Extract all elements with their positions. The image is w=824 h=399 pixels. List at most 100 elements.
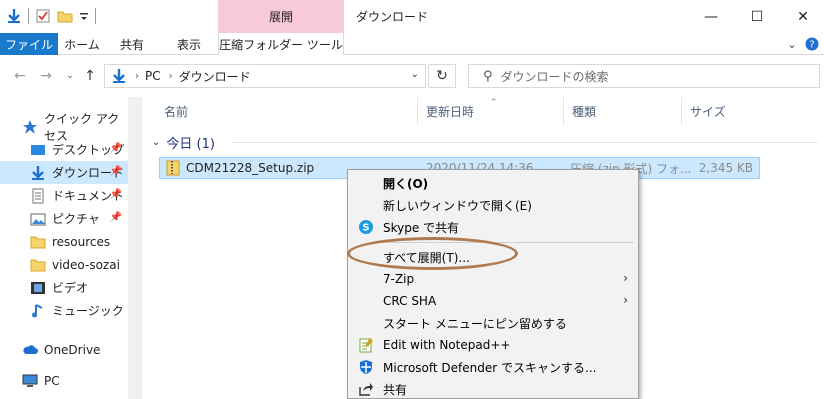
properties-icon[interactable] (35, 8, 51, 24)
pin-icon: 📌 (109, 166, 122, 177)
address-bar[interactable]: › PC › ダウンロード ⌄ (104, 64, 426, 88)
tab-home[interactable]: ホーム (58, 33, 106, 55)
search-input[interactable]: ⚲ ダウンロードの検索 (468, 64, 820, 88)
breadcrumb-pc[interactable]: PC (145, 69, 161, 83)
back-arrow-icon[interactable]: ← (12, 68, 28, 84)
sidebar-scrollbar[interactable] (128, 97, 142, 399)
menu-item-label: Microsoft Defender でスキャンする... (383, 360, 597, 375)
sidebar-item-quick-access[interactable]: クイック アクセス (0, 112, 128, 143)
menu-item-label: 7-Zip (383, 272, 415, 286)
video-icon (30, 280, 46, 296)
menu-item-skype-share[interactable]: S Skype で共有 (348, 216, 638, 238)
quick-access-toolbar (6, 6, 96, 26)
sidebar-item-label: ミュージック (52, 304, 124, 318)
collapse-chevron-icon[interactable]: ⌄ (152, 137, 160, 148)
share-icon (358, 381, 374, 397)
tab-share[interactable]: 共有 (110, 33, 154, 55)
search-icon: ⚲ (483, 68, 493, 84)
sidebar-item-resources[interactable]: resources (0, 230, 128, 253)
submenu-arrow-icon: › (623, 293, 628, 307)
skype-icon: S (358, 219, 374, 235)
tab-compressed-folder-tools[interactable]: 圧縮フォルダー ツール (218, 33, 344, 56)
search-placeholder: ダウンロードの検索 (500, 69, 609, 84)
toolbar-separator (95, 8, 96, 24)
folder-icon (30, 234, 46, 250)
breadcrumb-separator-icon[interactable]: › (169, 71, 173, 82)
menu-item-pin-to-start[interactable]: スタート メニューにピン留めする (348, 312, 638, 334)
menu-item-label: 開く(O) (383, 176, 429, 191)
menu-item-label: 共有 (383, 382, 408, 397)
refresh-button[interactable]: ↻ (428, 64, 456, 88)
sidebar-item-label: resources (52, 234, 111, 249)
pin-icon: 📌 (109, 143, 122, 154)
desktop-icon (30, 142, 46, 158)
recent-locations-icon[interactable]: ⌄ (62, 68, 78, 84)
group-header-today[interactable]: ⌄ 今日 (1) (152, 131, 215, 153)
sidebar-item-music[interactable]: ミュージック (0, 299, 128, 322)
tab-file[interactable]: ファイル (0, 33, 58, 55)
download-folder-icon (111, 68, 127, 84)
maximize-button[interactable]: ☐ (734, 0, 780, 33)
window-title: ダウンロード (356, 10, 429, 24)
address-dropdown-icon[interactable]: ⌄ (411, 69, 419, 80)
sidebar-item-pc[interactable]: PC (0, 369, 128, 392)
pc-icon (22, 373, 38, 389)
zip-folder-icon (166, 160, 180, 176)
menu-item-share[interactable]: 共有 (348, 378, 638, 399)
sidebar-item-downloads[interactable]: ダウンロード 📌 (0, 161, 128, 184)
sidebar-item-onedrive[interactable]: OneDrive (0, 338, 128, 361)
column-name[interactable]: 名前 (156, 97, 418, 125)
sidebar-item-video-sozai[interactable]: video-sozai (0, 253, 128, 276)
menu-item-open-new-window[interactable]: 新しいウィンドウで開く(E) (348, 194, 638, 216)
expand-ribbon-icon[interactable]: ⌄ (784, 36, 800, 52)
new-folder-icon[interactable] (57, 8, 73, 24)
menu-separator (382, 242, 634, 243)
navigation-pane: クイック アクセス デスクトップ 📌 ダウンロード 📌 ドキュメント 📌 ピクチ… (0, 97, 128, 399)
context-menu: 開く(O) 新しいウィンドウで開く(E) S Skype で共有 すべて展開(T… (347, 169, 639, 399)
column-size[interactable]: サイズ (682, 97, 768, 125)
notepadpp-icon (358, 337, 374, 353)
document-icon (30, 188, 46, 204)
svg-text:?: ? (809, 40, 814, 51)
up-arrow-icon[interactable]: ↑ (82, 68, 98, 84)
download-icon (30, 165, 46, 181)
picture-icon (30, 211, 46, 227)
menu-item-7zip[interactable]: 7-Zip › (348, 268, 638, 290)
toolbar-separator (28, 8, 29, 24)
file-name: CDM21228_Setup.zip (186, 161, 315, 175)
sidebar-item-label: video-sozai (52, 257, 120, 272)
sidebar-item-desktop[interactable]: デスクトップ 📌 (0, 138, 128, 161)
sidebar-item-pictures[interactable]: ピクチャ 📌 (0, 207, 128, 230)
cloud-icon (22, 342, 38, 358)
menu-item-label: 新しいウィンドウで開く(E) (383, 198, 532, 213)
customize-toolbar-icon[interactable] (79, 8, 89, 24)
menu-item-label: Skype で共有 (383, 220, 460, 235)
context-tab-header: 展開 (218, 0, 344, 33)
sidebar-item-videos[interactable]: ビデオ (0, 276, 128, 299)
sidebar-item-label: OneDrive (44, 342, 101, 357)
sidebar-item-documents[interactable]: ドキュメント 📌 (0, 184, 128, 207)
sort-indicator-icon: ⌃ (490, 98, 498, 108)
ribbon-tabs: ファイル ホーム 共有 表示 圧縮フォルダー ツール ⌄ ? (0, 33, 824, 56)
tab-view[interactable]: 表示 (164, 33, 214, 55)
forward-arrow-icon[interactable]: → (38, 68, 54, 84)
menu-item-open[interactable]: 開く(O) (348, 172, 638, 194)
pin-icon: 📌 (109, 212, 122, 223)
breadcrumb-downloads[interactable]: ダウンロード (179, 68, 251, 85)
menu-item-defender-scan[interactable]: Microsoft Defender でスキャンする... (348, 356, 638, 378)
breadcrumb-separator-icon[interactable]: › (135, 71, 139, 82)
column-type[interactable]: 種類 (564, 97, 682, 125)
minimize-button[interactable]: — (688, 0, 734, 33)
file-size: 2,345 KB (698, 161, 753, 175)
submenu-arrow-icon: › (623, 271, 628, 285)
sidebar-item-label: ビデオ (52, 281, 89, 295)
menu-item-notepadpp[interactable]: Edit with Notepad++ (348, 334, 638, 356)
menu-item-extract-all[interactable]: すべて展開(T)... (348, 246, 638, 268)
group-divider (232, 142, 818, 143)
menu-item-label: すべて展開(T)... (383, 250, 470, 265)
music-icon (30, 303, 46, 319)
help-icon[interactable]: ? (804, 36, 820, 52)
close-button[interactable]: ✕ (780, 0, 824, 33)
menu-item-crc-sha[interactable]: CRC SHA › (348, 290, 638, 312)
download-arrow-icon[interactable] (6, 8, 22, 24)
